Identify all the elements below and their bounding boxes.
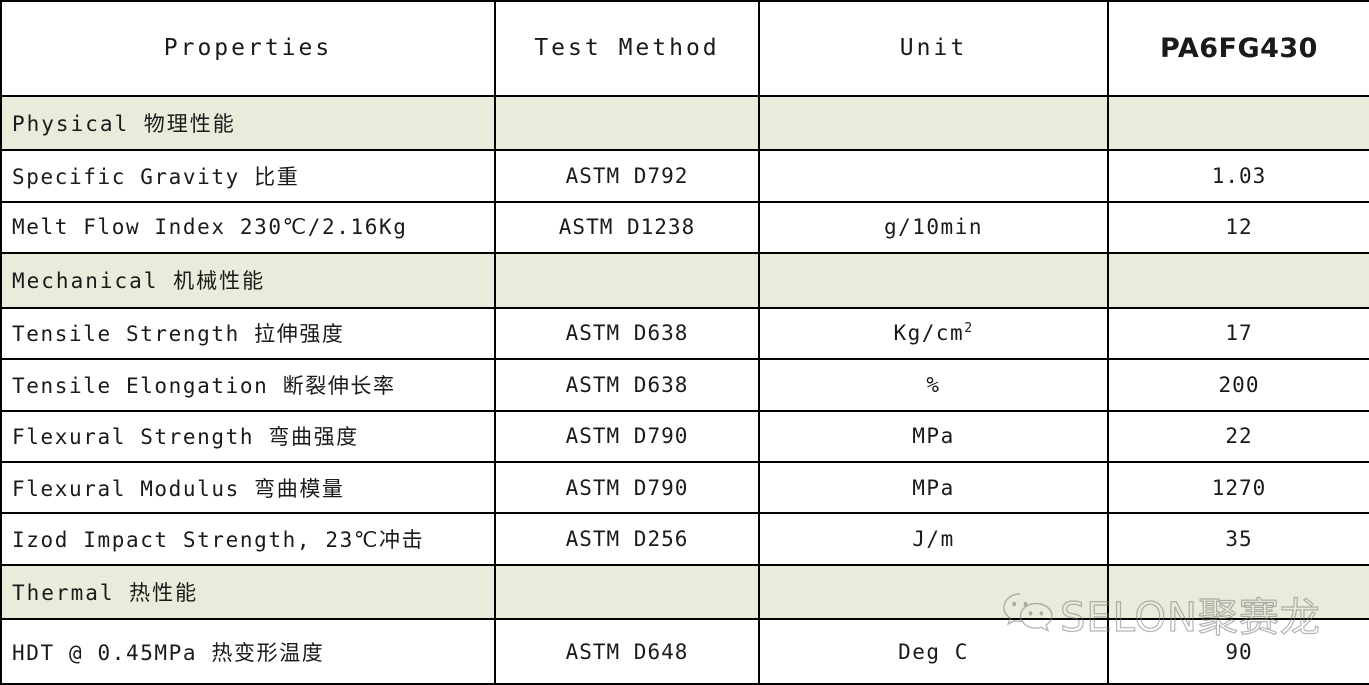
table-row: Tensile Strength 拉伸强度 ASTM D638 Kg/cm2 17: [0, 306, 1369, 361]
property-cell: Izod Impact Strength, 23℃冲击: [0, 512, 496, 566]
section-spacer-unit: [758, 94, 1109, 152]
value-cell: 12: [1107, 200, 1369, 255]
column-header-product: PA6FG430: [1107, 0, 1369, 97]
section-header-row: Thermal 热性能: [0, 563, 1369, 621]
table-row: Flexural Modulus 弯曲模量 ASTM D790 MPa 1270: [0, 460, 1369, 515]
value-cell: 35: [1107, 512, 1369, 566]
column-header-test_method: Test Method: [494, 0, 760, 97]
section-spacer-unit: [758, 563, 1109, 621]
value-cell: 1270: [1107, 460, 1369, 515]
test-method-cell: ASTM D638: [494, 306, 760, 361]
property-cell: Specific Gravity 比重: [0, 149, 496, 203]
table-row: Specific Gravity 比重 ASTM D792 1.03: [0, 149, 1369, 203]
column-header-unit: Unit: [758, 0, 1109, 97]
section-label: Thermal 热性能: [0, 563, 496, 621]
table-row: Flexural Strength 弯曲强度 ASTM D790 MPa 22: [0, 409, 1369, 463]
table-row: HDT @ 0.45MPa 热变形温度 ASTM D648 Deg C 90: [0, 618, 1369, 685]
property-cell: Flexural Strength 弯曲强度: [0, 409, 496, 463]
test-method-cell: ASTM D638: [494, 358, 760, 412]
unit-cell: J/m: [758, 512, 1109, 566]
unit-cell: Deg C: [758, 618, 1109, 685]
section-header-row: Physical 物理性能: [0, 94, 1369, 152]
test-method-cell: ASTM D790: [494, 460, 760, 515]
value-cell: 17: [1107, 306, 1369, 361]
table-header-row: Properties Test Method Unit PA6FG430: [0, 0, 1369, 97]
unit-base: Kg/cm: [893, 321, 965, 346]
test-method-cell: ASTM D256: [494, 512, 760, 566]
unit-cell: g/10min: [758, 200, 1109, 255]
section-spacer-value: [1107, 563, 1369, 621]
table-row: Izod Impact Strength, 23℃冲击 ASTM D256 J/m 3…: [0, 512, 1369, 566]
material-property-table: Properties Test Method Unit PA6FG430 Physica…: [0, 0, 1369, 685]
section-spacer-method: [494, 94, 760, 152]
property-cell: HDT @ 0.45MPa 热变形温度: [0, 618, 496, 685]
unit-cell: MPa: [758, 460, 1109, 515]
column-header-properties: Properties: [0, 0, 496, 97]
property-cell: Flexural Modulus 弯曲模量: [0, 460, 496, 515]
section-spacer-unit: [758, 252, 1109, 309]
value-cell: 22: [1107, 409, 1369, 463]
unit-cell: [758, 149, 1109, 203]
section-header-row: Mechanical 机械性能: [0, 252, 1369, 309]
test-method-cell: ASTM D1238: [494, 200, 760, 255]
property-cell: Melt Flow Index 230℃/2.16Kg: [0, 200, 496, 255]
unit-superscript: 2: [964, 321, 974, 337]
test-method-cell: ASTM D790: [494, 409, 760, 463]
section-label: Physical 物理性能: [0, 94, 496, 152]
section-spacer-value: [1107, 252, 1369, 309]
value-cell: 200: [1107, 358, 1369, 412]
section-spacer-value: [1107, 94, 1369, 152]
property-cell: Tensile Strength 拉伸强度: [0, 306, 496, 361]
table-row: Melt Flow Index 230℃/2.16Kg ASTM D1238 g/1…: [0, 200, 1369, 255]
section-spacer-method: [494, 252, 760, 309]
table-row: Tensile Elongation 断裂伸长率 ASTM D638% 200: [0, 358, 1369, 412]
datasheet-container: Properties Test Method Unit PA6FG430 Physica…: [0, 0, 1369, 685]
unit-cell: Kg/cm2: [758, 306, 1109, 361]
unit-cell: MPa: [758, 409, 1109, 463]
section-label: Mechanical 机械性能: [0, 252, 496, 309]
value-cell: 90: [1107, 618, 1369, 685]
section-spacer-method: [494, 563, 760, 621]
unit-cell: %: [758, 358, 1109, 412]
test-method-cell: ASTM D648: [494, 618, 760, 685]
value-cell: 1.03: [1107, 149, 1369, 203]
test-method-cell: ASTM D792: [494, 149, 760, 203]
property-cell: Tensile Elongation 断裂伸长率: [0, 358, 496, 412]
